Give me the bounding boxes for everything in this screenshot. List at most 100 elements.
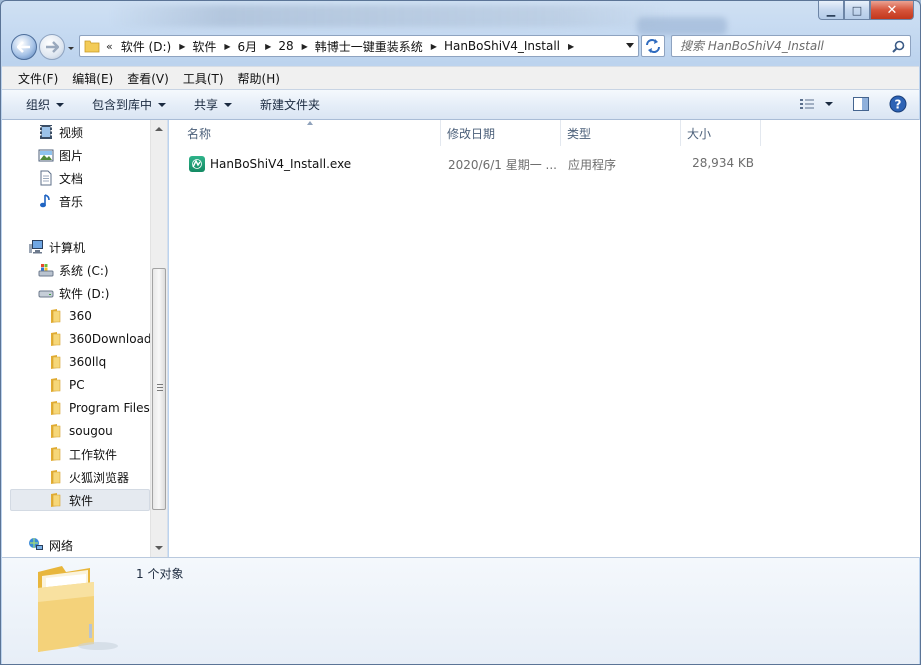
breadcrumb-chevron-right-icon[interactable]: ▶: [302, 42, 308, 51]
network-icon: [29, 538, 43, 550]
search-input[interactable]: [680, 39, 880, 53]
breadcrumb-chevron-right-icon[interactable]: ▶: [265, 42, 271, 51]
address-overflow-button[interactable]: «: [106, 40, 113, 53]
breadcrumb-chevron-right-icon[interactable]: ▶: [568, 42, 574, 51]
menu-tools[interactable]: 工具(T): [183, 70, 224, 87]
file-row[interactable]: HanBoShiV4_Install.exe 2020/6/1 星期一 ... …: [169, 152, 759, 176]
nav-item-pictures[interactable]: 图片: [38, 144, 83, 166]
details-pane: 1 个对象: [2, 557, 919, 664]
nav-folder-item[interactable]: 工作软件: [48, 443, 117, 465]
menu-help[interactable]: 帮助(H): [238, 70, 280, 87]
file-type: 应用程序: [568, 158, 617, 172]
drive-icon: [38, 290, 54, 298]
folder-icon: [48, 377, 64, 393]
new-folder-button[interactable]: 新建文件夹: [260, 96, 320, 113]
nav-folder-label: 360: [69, 309, 92, 323]
change-view-button[interactable]: [799, 98, 833, 110]
organize-button[interactable]: 组织: [26, 96, 65, 113]
folder-icon: [48, 469, 64, 485]
breadcrumb-label: HanBoShiV4_Install: [443, 39, 561, 53]
minimize-button[interactable]: ▁: [818, 1, 844, 20]
help-icon: ?: [889, 95, 907, 113]
preview-pane-button[interactable]: [853, 97, 869, 111]
nav-folder-label: 软件: [69, 493, 94, 508]
nav-item-videos[interactable]: 视频: [38, 121, 83, 143]
column-header-date[interactable]: 修改日期: [441, 120, 561, 146]
maximize-button[interactable]: □: [844, 1, 870, 20]
nav-item-label: 网络: [49, 538, 74, 553]
breadcrumb-segment[interactable]: 软件 ▶: [192, 38, 237, 55]
blurred-title-badge: [637, 17, 727, 35]
nav-folder-item[interactable]: 360Download: [48, 328, 152, 350]
address-history-dropdown-icon[interactable]: [626, 43, 634, 48]
scrollbar-grip: [157, 384, 163, 391]
navigation-scrollbar[interactable]: [150, 120, 167, 557]
nav-folder-item[interactable]: 360: [48, 305, 92, 327]
nav-item-label: 软件 (D:): [59, 286, 110, 301]
large-folder-icon: [38, 566, 118, 652]
nav-item-label: 音乐: [59, 194, 84, 209]
menu-edit[interactable]: 编辑(E): [72, 70, 113, 87]
folder-icon: [48, 354, 64, 370]
nav-folder-item[interactable]: sougou: [48, 420, 113, 442]
breadcrumb-segment[interactable]: 28 ▶: [278, 38, 314, 55]
share-button[interactable]: 共享: [194, 96, 233, 113]
nav-folder-item[interactable]: PC: [48, 374, 85, 396]
scroll-down-arrow-icon[interactable]: [155, 546, 163, 550]
address-bar[interactable]: « 软件 (D:) ▶ 软件 ▶ 6月 ▶ 28 ▶ 韩博士一键重装系统 ▶ HanBoShiV4_…: [79, 35, 639, 57]
menu-view[interactable]: 查看(V): [127, 70, 169, 87]
refresh-button[interactable]: [641, 35, 665, 57]
system-drive-icon: [38, 264, 54, 277]
chevron-down-icon[interactable]: [825, 102, 833, 106]
menu-file[interactable]: 文件(F): [18, 70, 58, 87]
breadcrumb-label: 6月: [237, 39, 258, 54]
column-header-name[interactable]: 名称: [181, 120, 441, 146]
search-icon[interactable]: [892, 40, 905, 53]
chevron-down-icon: [56, 102, 65, 107]
back-button[interactable]: [11, 34, 37, 60]
nav-folder-item[interactable]: 软件: [10, 489, 150, 511]
recent-pages-chevron-down-icon[interactable]: [66, 43, 76, 53]
breadcrumb-segment[interactable]: 6月 ▶: [238, 38, 279, 55]
nav-folder-item[interactable]: Program Files: [48, 397, 150, 419]
scroll-up-arrow-icon[interactable]: [155, 127, 163, 131]
breadcrumb-segment[interactable]: 韩博士一键重装系统 ▶: [315, 38, 444, 55]
file-name: HanBoShiV4_Install.exe: [210, 157, 352, 171]
breadcrumb-segment[interactable]: HanBoShiV4_Install ▶: [444, 38, 581, 55]
pictures-library-icon: [38, 149, 54, 162]
nav-item-documents[interactable]: 文档: [38, 167, 83, 189]
breadcrumb-label: 软件: [192, 39, 217, 54]
close-button[interactable]: ✕: [870, 1, 914, 20]
breadcrumb-chevron-right-icon[interactable]: ▶: [431, 42, 437, 51]
svg-text:?: ?: [895, 98, 902, 112]
nav-item-computer[interactable]: 计算机: [28, 236, 85, 258]
search-box[interactable]: [671, 35, 911, 57]
breadcrumb-chevron-right-icon[interactable]: ▶: [179, 42, 185, 51]
arrow-left-icon: [17, 41, 30, 53]
help-button[interactable]: ?: [889, 95, 907, 113]
column-header-type[interactable]: 类型: [561, 120, 681, 146]
breadcrumb-segment[interactable]: 软件 (D:) ▶: [121, 38, 193, 55]
file-name-cell[interactable]: HanBoShiV4_Install.exe: [189, 156, 351, 172]
nav-item-drive-d[interactable]: 软件 (D:): [38, 282, 109, 304]
nav-item-label: 计算机: [49, 240, 86, 255]
nav-folder-item[interactable]: 火狐浏览器: [48, 466, 129, 488]
folder-icon: [48, 423, 64, 439]
nav-item-label: 系统 (C:): [59, 263, 109, 278]
breadcrumb-chevron-right-icon[interactable]: ▶: [224, 42, 230, 51]
video-library-icon: [40, 125, 52, 139]
menu-bar: 文件(F) 编辑(E) 查看(V) 工具(T) 帮助(H): [2, 66, 919, 89]
nav-folder-item[interactable]: 360llq: [48, 351, 106, 373]
nav-folder-label: 工作软件: [69, 447, 118, 462]
column-header-size[interactable]: 大小: [681, 120, 761, 146]
share-label: 共享: [194, 98, 219, 112]
include-in-library-button[interactable]: 包含到库中: [92, 96, 167, 113]
nav-item-music[interactable]: 音乐: [38, 190, 83, 212]
scrollbar-thumb[interactable]: [152, 268, 166, 510]
arrow-right-icon: [46, 41, 59, 53]
folder-icon: [84, 40, 100, 53]
forward-button[interactable]: [39, 34, 65, 60]
nav-folder-label: sougou: [69, 424, 113, 438]
nav-item-drive-c[interactable]: 系统 (C:): [38, 259, 109, 281]
nav-item-network[interactable]: 网络: [28, 534, 73, 556]
